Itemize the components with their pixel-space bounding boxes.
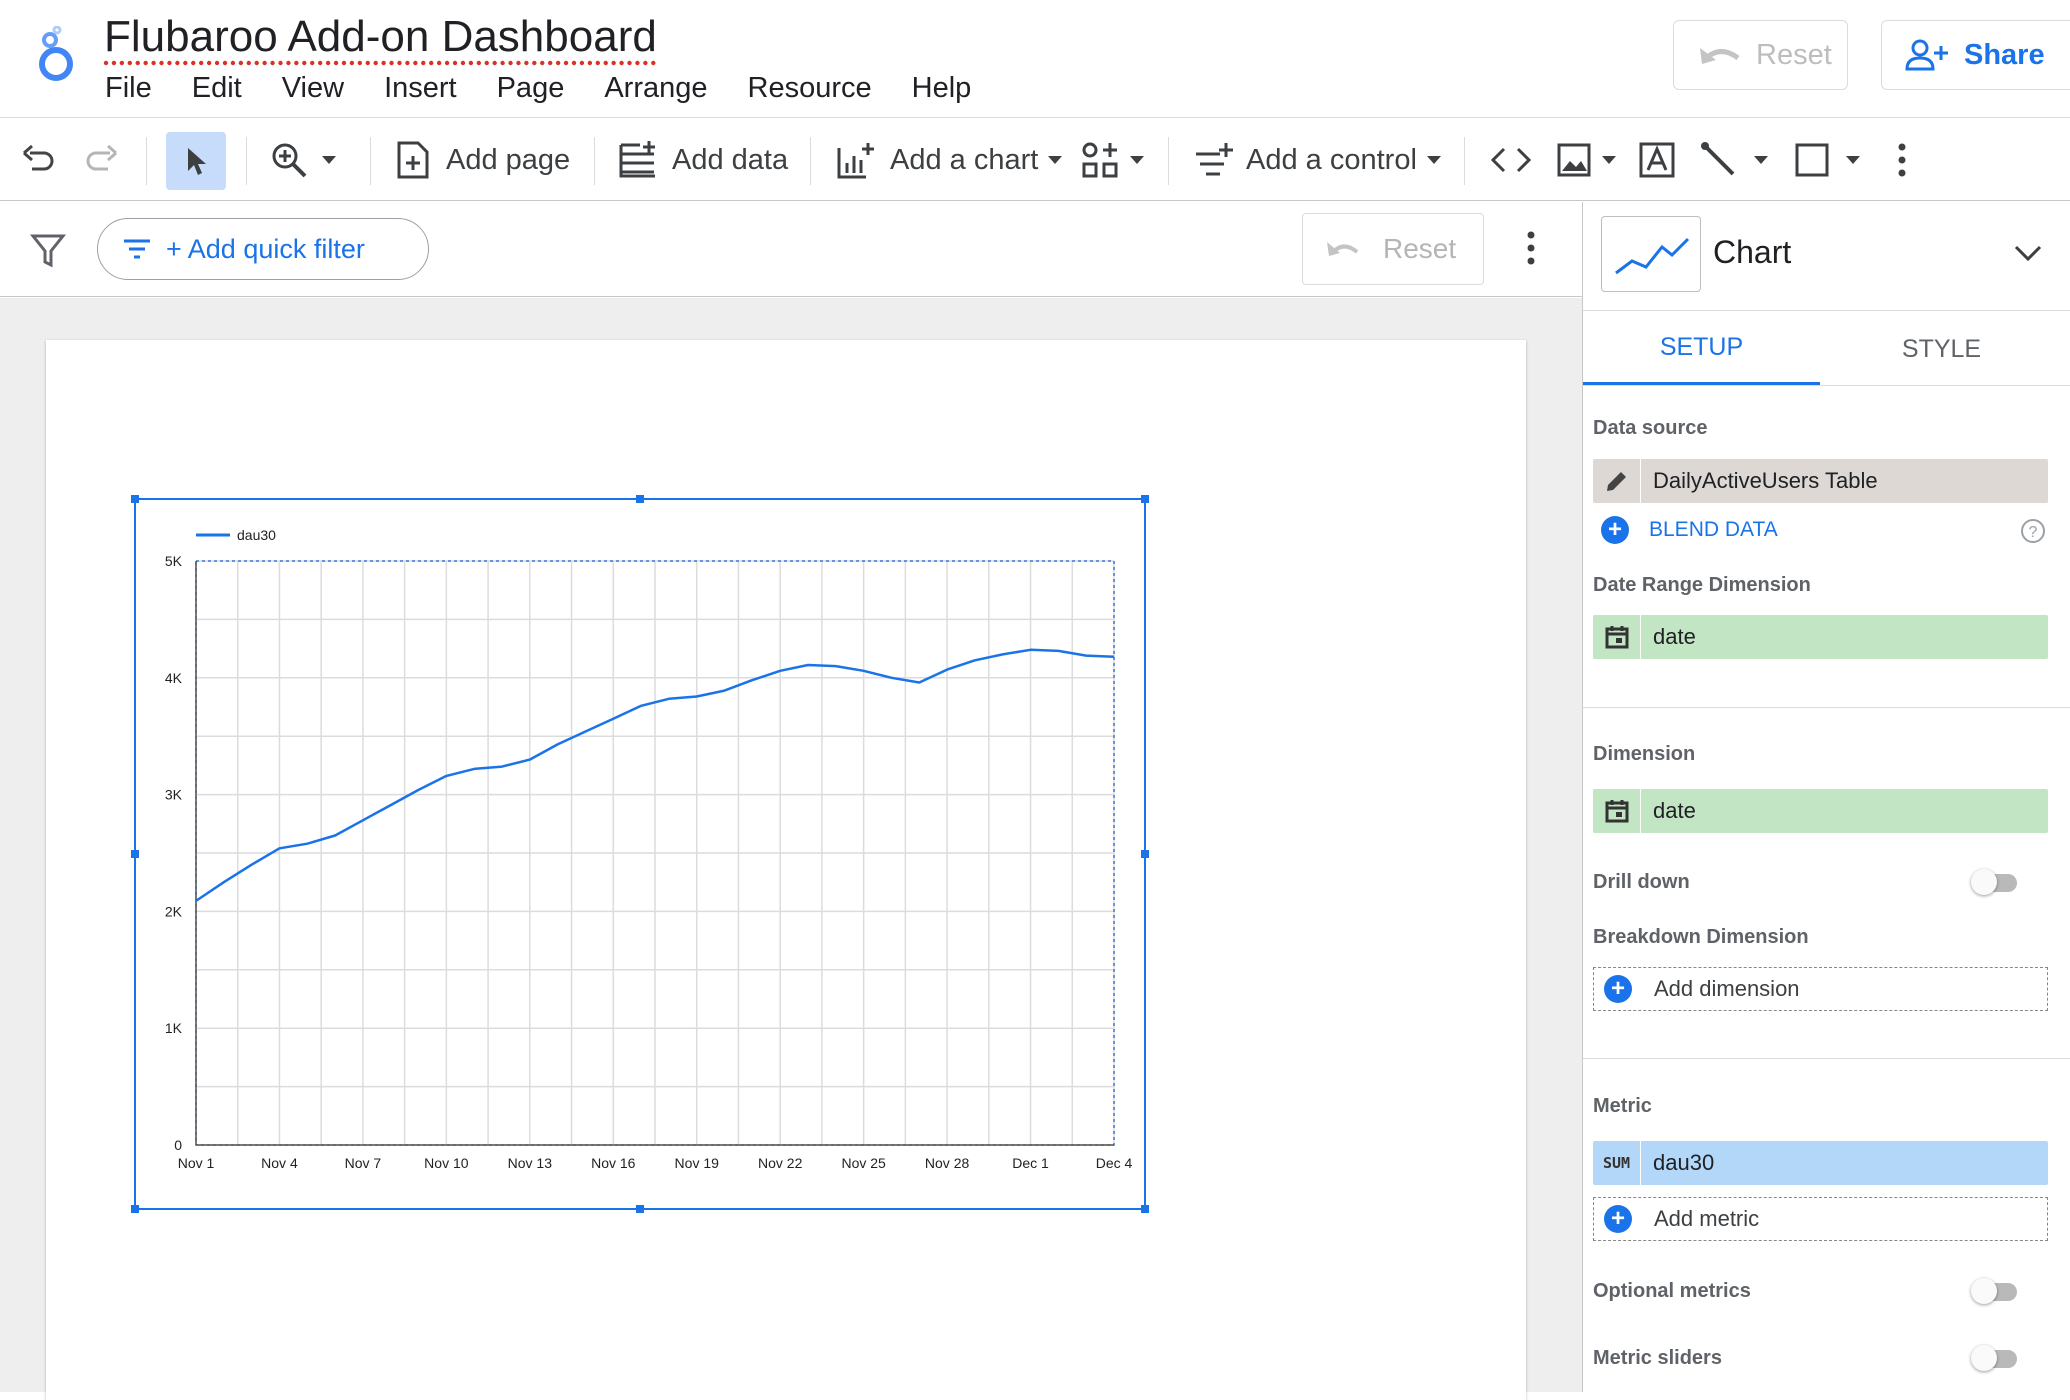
x-tick-label: Nov 28 — [925, 1155, 970, 1171]
resize-handle[interactable] — [1141, 850, 1149, 858]
resize-handle[interactable] — [636, 495, 644, 503]
chevron-down-icon — [1602, 156, 1616, 164]
y-tick-label: 3K — [165, 787, 183, 803]
calendar-icon — [1593, 789, 1641, 833]
resize-handle[interactable] — [131, 495, 139, 503]
share-label: Share — [1964, 38, 2045, 71]
properties-panel: Chart SETUP STYLE Data source DailyActiv… — [1582, 202, 2070, 1392]
metric-label: Metric — [1593, 1095, 1652, 1117]
share-button[interactable]: Share — [1881, 20, 2070, 90]
add-metric-button[interactable]: + Add metric — [1593, 1197, 2048, 1241]
x-tick-label: Nov 19 — [675, 1155, 720, 1171]
add-line-button[interactable] — [1700, 119, 1768, 201]
add-dimension-label: Add dimension — [1654, 976, 1800, 1001]
metric-sliders-label: Metric sliders — [1593, 1347, 1722, 1369]
blend-data-button[interactable]: + BLEND DATA — [1601, 516, 1778, 544]
x-tick-label: Dec 4 — [1096, 1155, 1133, 1171]
dimension-value: date — [1653, 798, 1696, 823]
chart-type-thumbnail[interactable] — [1601, 216, 1701, 292]
dimension-field[interactable]: date — [1593, 789, 2048, 833]
y-tick-label: 5K — [165, 553, 183, 569]
resize-handle[interactable] — [636, 1205, 644, 1213]
divider — [1583, 385, 2070, 386]
date-range-dimension-label: Date Range Dimension — [1593, 574, 1811, 596]
resize-handle[interactable] — [131, 1205, 139, 1213]
date-range-dimension-value: date — [1653, 624, 1696, 649]
tab-style[interactable]: STYLE — [1823, 312, 2060, 386]
x-tick-label: Nov 22 — [758, 1155, 803, 1171]
x-tick-label: Nov 13 — [508, 1155, 553, 1171]
chart-grid — [195, 560, 1115, 1146]
data-source-field[interactable]: DailyActiveUsers Table — [1593, 459, 2048, 503]
x-tick-label: Nov 7 — [345, 1155, 382, 1171]
divider — [1583, 310, 2070, 311]
date-range-dimension-field[interactable]: date — [1593, 615, 2048, 659]
add-dimension-button[interactable]: + Add dimension — [1593, 967, 2048, 1011]
divider — [1583, 707, 2070, 708]
edit-icon[interactable] — [1593, 459, 1641, 503]
add-circle-icon: + — [1604, 1205, 1632, 1233]
add-circle-icon: + — [1604, 975, 1632, 1003]
y-tick-label: 0 — [174, 1137, 182, 1153]
add-text-button[interactable] — [1638, 119, 1676, 201]
data-source-name: DailyActiveUsers Table — [1653, 468, 1878, 493]
metric-field[interactable]: SUM dau30 — [1593, 1141, 2048, 1185]
tab-setup[interactable]: SETUP — [1583, 312, 1820, 386]
legend-label: dau30 — [237, 527, 276, 543]
dimension-label: Dimension — [1593, 743, 1696, 765]
add-person-icon — [1904, 38, 1950, 72]
selection-border — [134, 498, 1146, 1210]
x-tick-label: Nov 4 — [261, 1155, 298, 1171]
text-box-icon — [1638, 141, 1676, 179]
x-tick-label: Dec 1 — [1012, 1155, 1049, 1171]
divider — [1583, 1058, 2070, 1059]
more-vert-icon — [1896, 142, 1908, 178]
more-options-button[interactable] — [1896, 119, 1908, 201]
x-tick-label: Nov 25 — [841, 1155, 886, 1171]
undo-icon — [1698, 40, 1742, 70]
chart-labels: 0 1K 2K 3K 4K 5K Nov 1 Nov 4 Nov 7 Nov 10 Nov 13 No… — [165, 527, 1133, 1171]
y-tick-label: 1K — [165, 1020, 183, 1036]
y-tick-label: 2K — [165, 903, 183, 919]
metric-value: dau30 — [1653, 1150, 1715, 1175]
header-reset-button[interactable]: Reset — [1673, 20, 1848, 90]
resize-handle[interactable] — [1141, 1205, 1149, 1213]
metric-aggregation[interactable]: SUM — [1593, 1141, 1641, 1185]
x-tick-label: Nov 16 — [591, 1155, 636, 1171]
line-icon — [1700, 141, 1738, 179]
reset-label: Reset — [1756, 38, 1832, 71]
breakdown-dimension-label: Breakdown Dimension — [1593, 926, 1809, 948]
optional-metrics-toggle[interactable] — [1971, 1278, 2019, 1304]
optional-metrics-label: Optional metrics — [1593, 1280, 1751, 1302]
time-series-chart[interactable]: 0 1K 2K 3K 4K 5K Nov 1 Nov 4 Nov 7 Nov 10 Nov 13 No… — [0, 0, 1582, 1392]
line-chart-icon — [1615, 237, 1690, 275]
chart-type-label: Chart — [1713, 234, 1792, 270]
metric-sliders-toggle[interactable] — [1971, 1345, 2019, 1371]
resize-handle[interactable] — [1141, 495, 1149, 503]
chevron-down-icon — [1846, 156, 1860, 164]
svg-text:?: ? — [2029, 524, 2038, 541]
y-tick-label: 4K — [165, 670, 183, 686]
data-source-label: Data source — [1593, 417, 1708, 439]
drill-down-toggle[interactable] — [1971, 869, 2019, 895]
chevron-down-icon — [1754, 156, 1768, 164]
selection-frame — [131, 495, 1149, 1213]
help-icon[interactable]: ? — [2020, 518, 2046, 544]
rectangle-icon — [1794, 142, 1830, 178]
resize-handle[interactable] — [131, 850, 139, 858]
calendar-icon — [1593, 615, 1641, 659]
add-metric-label: Add metric — [1654, 1206, 1760, 1231]
x-tick-label: Nov 10 — [424, 1155, 469, 1171]
add-circle-icon: + — [1601, 516, 1629, 544]
blend-data-label: BLEND DATA — [1649, 518, 1778, 541]
x-tick-label: Nov 1 — [178, 1155, 215, 1171]
chevron-down-icon[interactable] — [2013, 244, 2043, 262]
add-shape-button[interactable] — [1794, 119, 1860, 201]
drill-down-label: Drill down — [1593, 871, 1690, 893]
